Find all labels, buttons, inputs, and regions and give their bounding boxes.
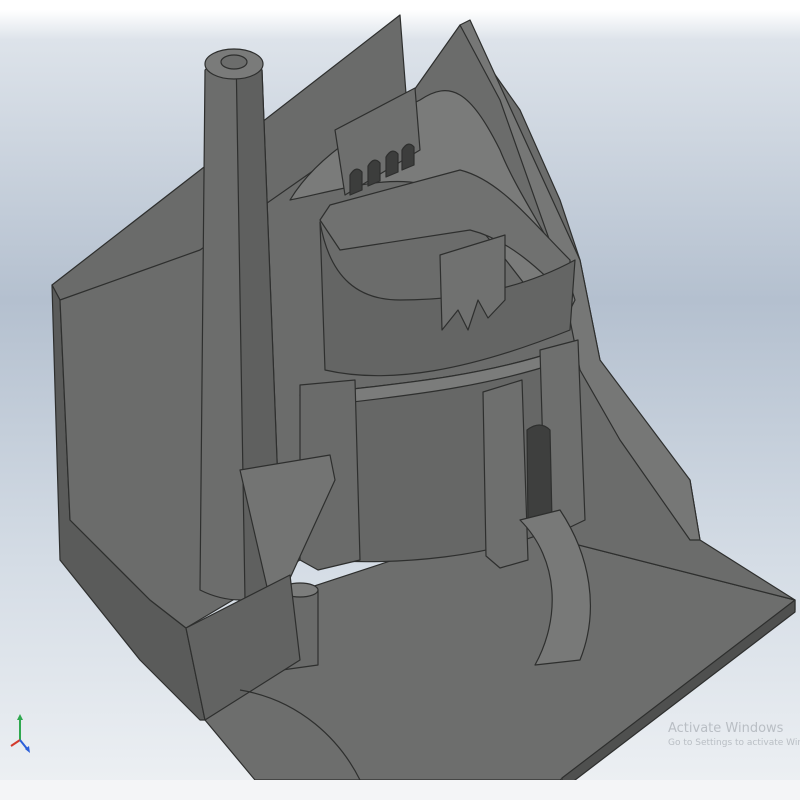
- viewport-bottom-strip: [0, 780, 800, 800]
- watermark-subtitle: Go to Settings to activate Windows.: [668, 738, 800, 748]
- castle-model-render[interactable]: [0, 0, 800, 800]
- watermark-title: Activate Windows: [668, 721, 784, 736]
- tower-top-inner: [220, 54, 248, 70]
- right-gate-tower-a: [482, 379, 529, 569]
- view-axis-triad-icon[interactable]: [6, 712, 34, 756]
- activate-windows-watermark: Activate Windows Go to Settings to activ…: [668, 721, 800, 749]
- 3d-model-viewport[interactable]: Activate Windows Go to Settings to activ…: [0, 0, 800, 800]
